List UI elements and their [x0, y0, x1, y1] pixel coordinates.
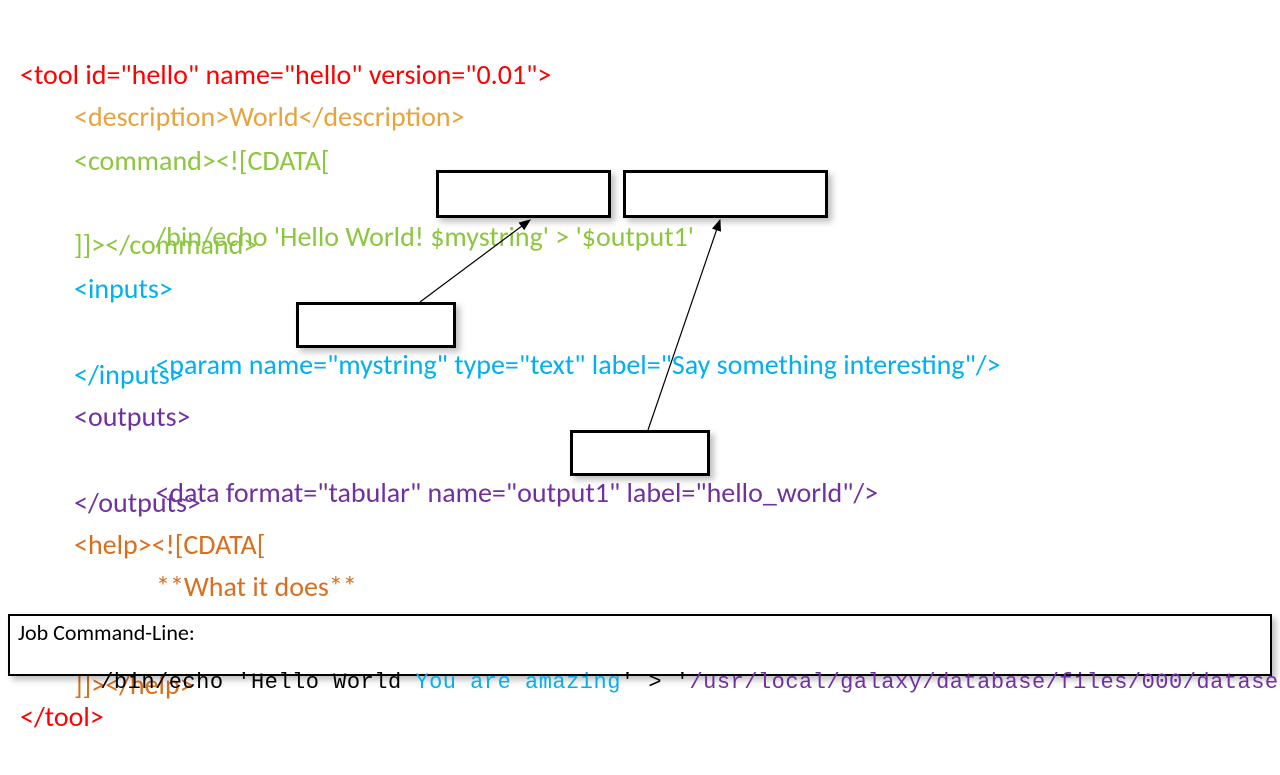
cmd-prefix: /bin/echo 'Hello World	[100, 670, 415, 695]
xml-line-inputs-close: </inputs>	[74, 358, 184, 392]
data-pre: <data format="tabular" name=	[155, 475, 506, 510]
cmd-user-text: You are amazing	[415, 670, 621, 695]
xml-line-help-body: **What it does**	[156, 570, 357, 604]
xml-line-command-close: ]]></command>	[74, 228, 257, 262]
job-command-panel: Job Command-Line: /bin/echo 'Hello World…	[8, 614, 1272, 676]
param-post: type="text" label="Say something interes…	[448, 347, 1001, 382]
job-command-title: Job Command-Line:	[18, 620, 1262, 645]
cmd-body-mystring: $mystring	[430, 219, 543, 254]
data-post: label="hello_world"/>	[620, 475, 878, 510]
cmd-body-mid: ' >	[543, 219, 576, 254]
xml-line-outputs-close: </outputs>	[74, 486, 201, 520]
box-mystring-param	[296, 302, 456, 348]
box-output1-data	[570, 430, 710, 476]
xml-line-description: <description>World</description>	[74, 100, 465, 134]
stage: <tool id="hello" name="hello" version="0…	[0, 0, 1280, 775]
box-output1-var	[623, 170, 828, 218]
cmd-mid: ' > '	[621, 670, 690, 695]
xml-line-param: <param name="mystring" type="text" label…	[130, 314, 1001, 415]
xml-line-inputs-open: <inputs>	[74, 272, 173, 306]
job-command-line: /bin/echo 'Hello World You are amazing' …	[18, 645, 1262, 720]
box-mystring-var	[436, 170, 611, 218]
xml-line-command-open: <command><![CDATA[	[74, 144, 330, 178]
cmd-body-output1: '$output1'	[576, 219, 694, 254]
xml-line-outputs-open: <outputs>	[74, 400, 191, 434]
xml-line-tool-open: <tool id="hello" name="hello" version="0…	[20, 58, 551, 92]
param-mystring: "mystring"	[327, 347, 448, 382]
cmd-path: /usr/local/galaxy/database/files/000/dat…	[689, 670, 1280, 695]
data-output1: "output1"	[506, 475, 620, 510]
xml-line-help-open: <help><![CDATA[	[74, 528, 265, 562]
